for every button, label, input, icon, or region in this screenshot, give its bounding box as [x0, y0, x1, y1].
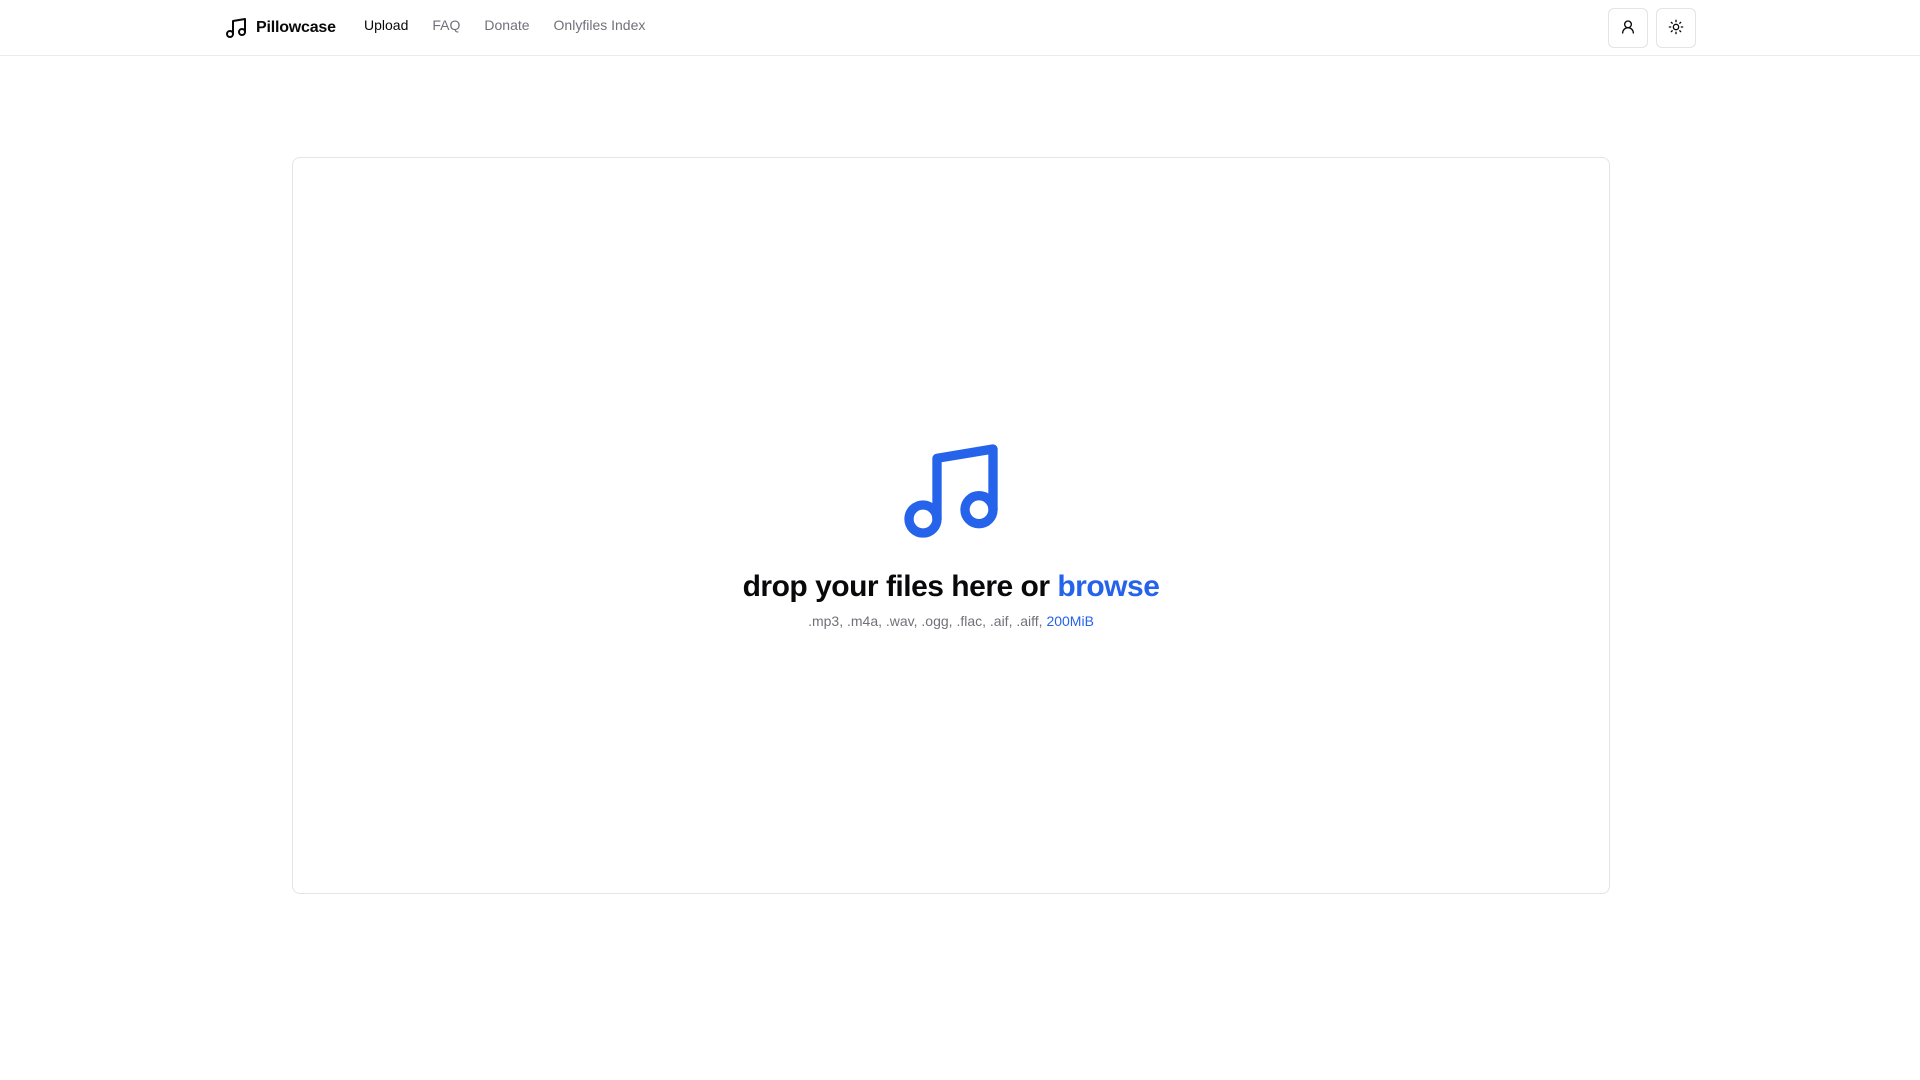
- dropzone-prompt: drop your files here or: [742, 570, 1058, 603]
- sun-icon: [1668, 19, 1684, 38]
- nav-upload[interactable]: Upload: [364, 17, 408, 33]
- file-dropzone[interactable]: drop your files here or browse .mp3, .m4…: [292, 157, 1610, 894]
- account-button[interactable]: [1608, 8, 1648, 48]
- top-navbar: Pillowcase Upload FAQ Donate Onlyfiles I…: [0, 0, 1920, 56]
- browse-link[interactable]: browse: [1057, 570, 1160, 603]
- accepted-formats: .mp3, .m4a, .wav, .ogg, .flac, .aif, .ai…: [808, 611, 1094, 631]
- music-note-icon: [224, 16, 248, 40]
- size-limit: 200MiB: [1046, 613, 1094, 629]
- music-note-icon: [895, 435, 1007, 547]
- brand-name: Pillowcase: [256, 19, 336, 36]
- nav-donate[interactable]: Donate: [484, 17, 529, 33]
- brand-link[interactable]: Pillowcase: [224, 16, 336, 40]
- user-icon: [1620, 19, 1636, 38]
- main-nav: Upload FAQ Donate Onlyfiles Index: [364, 17, 645, 33]
- format-list: .mp3, .m4a, .wav, .ogg, .flac, .aif, .ai…: [808, 613, 1047, 629]
- theme-toggle-button[interactable]: [1656, 8, 1696, 48]
- dropzone-content: drop your files here or browse .mp3, .m4…: [293, 435, 1609, 631]
- nav-faq[interactable]: FAQ: [432, 17, 460, 33]
- dropzone-headline: drop your files here or browse: [743, 569, 1160, 605]
- nav-onlyfiles-index[interactable]: Onlyfiles Index: [554, 17, 646, 33]
